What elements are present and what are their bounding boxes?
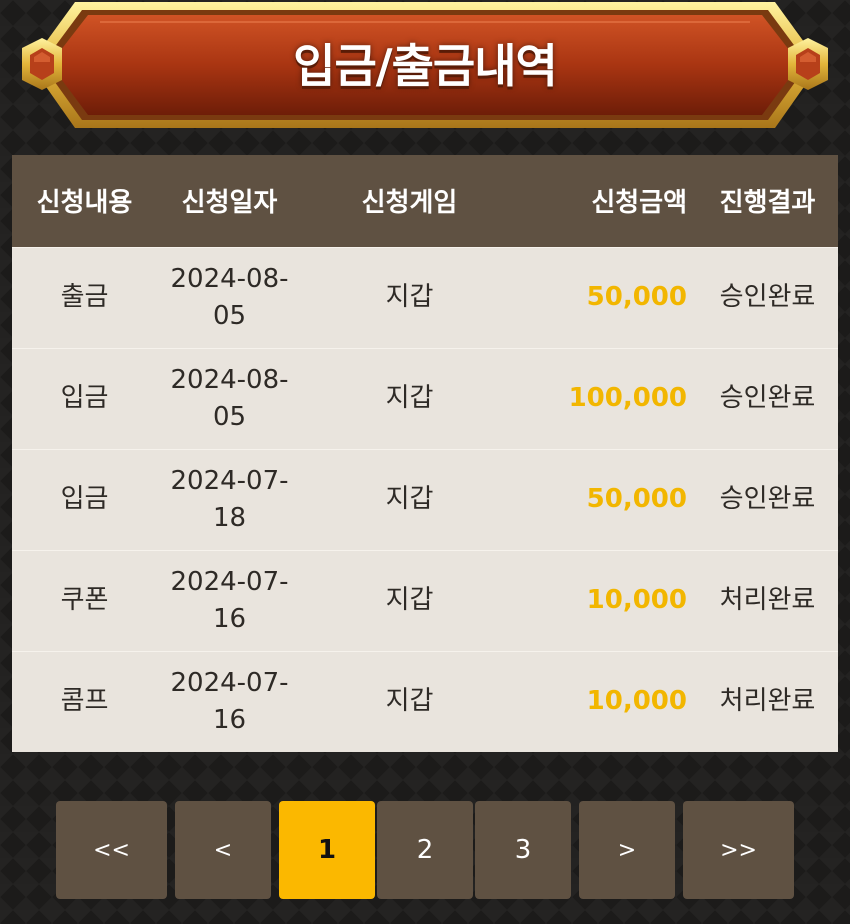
date-text: 2024-08-05 (170, 263, 289, 331)
cell-type: 콤프 (60, 686, 109, 717)
table-row: 콤프 2024-07-16 지갑 10,000 처리완료 (12, 651, 838, 752)
cell-type: 입금 (60, 484, 109, 514)
cell-date: 2024-08-05 (157, 247, 302, 348)
table-row: 출금 2024-08-05 지갑 50,000 승인완료 (12, 247, 838, 348)
cell-amount: 10,000 (586, 585, 687, 615)
cell-date: 2024-08-05 (157, 348, 302, 449)
table-header-row: 신청내용 신청일자 신청게임 신청금액 진행결과 (12, 155, 838, 247)
transaction-table: 신청내용 신청일자 신청게임 신청금액 진행결과 출금 2024-08-05 지… (12, 155, 838, 752)
date-text: 2024-07-16 (170, 566, 289, 634)
cell-result: 승인완료 (719, 484, 816, 514)
table-row: 입금 2024-07-18 지갑 50,000 승인완료 (12, 449, 838, 550)
cell-amount: 10,000 (586, 686, 687, 717)
table-row: 쿠폰 2024-07-16 지갑 10,000 처리완료 (12, 550, 838, 651)
cell-game: 지갑 (385, 686, 434, 717)
last-page-button[interactable]: >> (683, 801, 794, 899)
cell-result: 처리완료 (719, 686, 816, 717)
pagination: << < 1 2 3 > >> (0, 801, 850, 899)
cell-date: 2024-07-16 (157, 651, 302, 752)
page-button-2[interactable]: 2 (377, 801, 473, 899)
cell-type: 출금 (60, 282, 109, 312)
column-header-type: 신청내용 (36, 188, 133, 219)
table-row: 입금 2024-08-05 지갑 100,000 승인완료 (12, 348, 838, 449)
cell-result: 승인완료 (719, 383, 816, 413)
page-button-3[interactable]: 3 (475, 801, 571, 899)
column-header-date: 신청일자 (181, 188, 278, 219)
cell-date: 2024-07-18 (157, 449, 302, 550)
cell-game: 지갑 (385, 282, 434, 312)
cell-amount: 50,000 (586, 282, 687, 312)
cell-result: 승인완료 (719, 282, 816, 312)
cell-type: 쿠폰 (60, 585, 109, 615)
cell-amount: 50,000 (586, 484, 687, 514)
column-header-amount: 신청금액 (517, 155, 697, 247)
next-page-button[interactable]: > (579, 801, 675, 899)
prev-page-button[interactable]: < (175, 801, 271, 899)
column-header-result: 진행결과 (719, 188, 816, 219)
cell-game: 지갑 (385, 383, 434, 413)
date-text: 2024-07-18 (170, 465, 289, 533)
cell-game: 지갑 (385, 484, 434, 514)
date-text: 2024-08-05 (170, 364, 289, 432)
date-text: 2024-07-16 (170, 667, 289, 735)
title-banner: 입금/출금내역 (0, 0, 850, 135)
first-page-button[interactable]: << (56, 801, 167, 899)
column-header-game: 신청게임 (361, 188, 458, 219)
cell-type: 입금 (60, 383, 109, 413)
cell-game: 지갑 (385, 585, 434, 615)
page-title: 입금/출금내역 (293, 39, 558, 93)
column-header-amount-label: 신청금액 (591, 188, 687, 219)
cell-result: 처리완료 (719, 585, 816, 615)
cell-date: 2024-07-16 (157, 550, 302, 651)
page-button-1[interactable]: 1 (279, 801, 375, 899)
cell-amount: 100,000 (568, 383, 687, 413)
